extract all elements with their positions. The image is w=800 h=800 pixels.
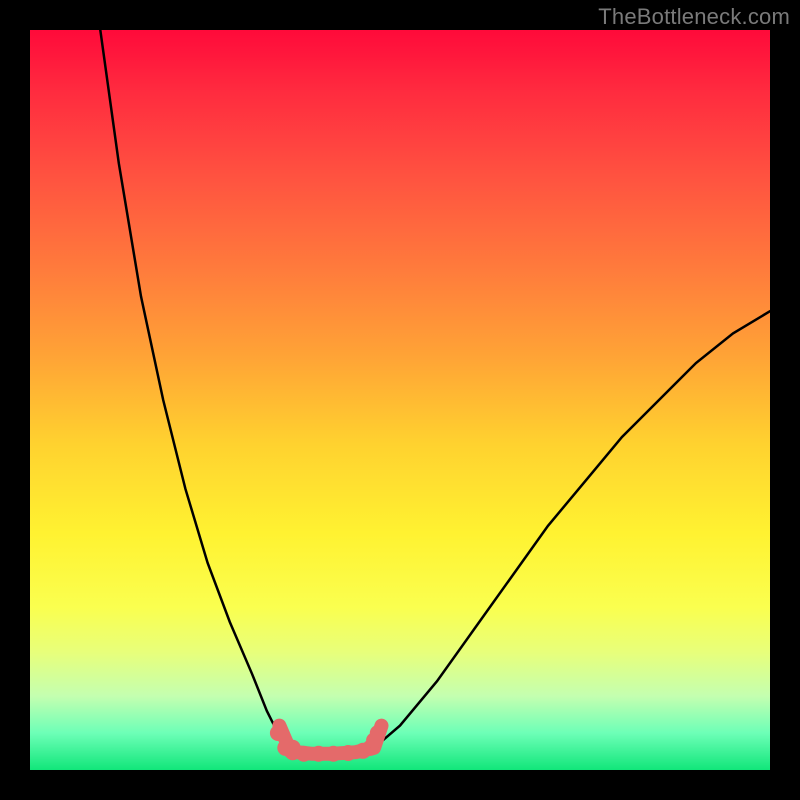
valley-marker — [325, 746, 341, 762]
curve-path — [100, 30, 770, 754]
plot-area — [30, 30, 770, 770]
watermark-text: TheBottleneck.com — [598, 4, 790, 30]
bottleneck-curve — [30, 30, 770, 770]
chart-frame: TheBottleneck.com — [0, 0, 800, 800]
valley-marker — [340, 745, 356, 761]
valley-marker — [370, 725, 386, 741]
valley-marker — [270, 725, 286, 741]
valley-marker — [296, 746, 312, 762]
valley-marker — [311, 746, 327, 762]
